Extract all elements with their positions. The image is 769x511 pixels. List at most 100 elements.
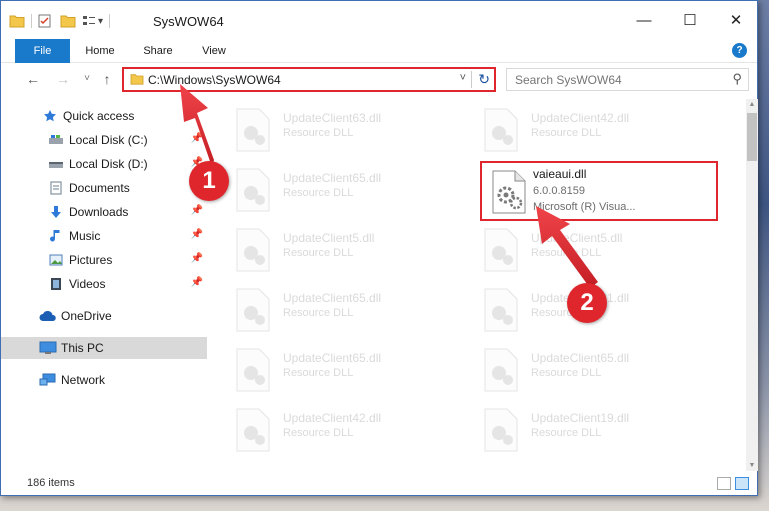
title-bar: ▾ SysWOW64 — ☐ ✕ (1, 1, 757, 39)
pin-icon[interactable]: 📌 (191, 229, 203, 240)
dll-file-icon (236, 288, 270, 332)
pin-icon[interactable]: 📌 (191, 133, 203, 144)
computer-icon (39, 340, 57, 356)
dll-file-icon (484, 228, 518, 272)
sidebar-item-onedrive[interactable]: OneDrive (1, 305, 207, 327)
folder-icon[interactable] (9, 14, 25, 28)
file-description: Resource DLL (283, 367, 354, 379)
vertical-scrollbar[interactable]: ▲ ▼ (746, 99, 758, 471)
file-item[interactable]: UpdateClient65.dll Resource DLL (211, 163, 441, 217)
maximize-button[interactable]: ☐ (667, 1, 713, 39)
search-box[interactable]: ⚲ (506, 68, 749, 91)
file-item[interactable]: UpdateClient19.dll Resource DLL (459, 403, 689, 457)
documents-icon (47, 180, 65, 196)
customize-icon[interactable] (82, 14, 96, 28)
file-name: UpdateClient42.dll (283, 411, 382, 425)
navigation-bar: ← → ˅ ↑ C:\Windows\SysWOW64 ˅ ↻ ⚲ (1, 63, 757, 95)
sidebar-item-label: This PC (61, 341, 104, 355)
sidebar-item-local-disk-c[interactable]: Local Disk (C:) 📌 (1, 129, 207, 151)
recent-locations-button[interactable]: ˅ (77, 69, 97, 89)
dll-file-icon (484, 288, 518, 332)
help-icon[interactable]: ? (732, 43, 747, 58)
file-name: UpdateClient65.dll (283, 171, 382, 185)
file-description: Resource DLL (283, 127, 354, 139)
sidebar-item-this-pc[interactable]: This PC (1, 337, 207, 359)
file-name: UpdateClient65.dll (531, 351, 630, 365)
sidebar-item-music[interactable]: Music 📌 (1, 225, 207, 247)
pin-icon[interactable]: 📌 (191, 277, 203, 288)
network-icon (39, 372, 57, 388)
folder-icon (130, 74, 144, 85)
file-item[interactable]: UpdateClient42.dll Resource DLL (459, 103, 689, 157)
chevron-down-icon[interactable]: ˅ (460, 72, 466, 84)
view-toggle (717, 477, 749, 490)
sidebar-item-label: Downloads (69, 205, 129, 219)
pictures-icon (47, 252, 65, 268)
file-item[interactable]: UpdateClient42.dll Resource DLL (211, 403, 441, 457)
tab-home[interactable]: Home (77, 39, 123, 63)
music-icon (47, 228, 65, 244)
file-description: Resource DLL (531, 127, 602, 139)
tab-view[interactable]: View (191, 39, 237, 63)
sidebar-item-label: OneDrive (61, 309, 112, 323)
search-input[interactable] (515, 72, 725, 88)
tab-share[interactable]: Share (135, 39, 181, 63)
tiles-view-icon[interactable] (735, 477, 749, 490)
dll-file-icon (484, 408, 518, 452)
file-item[interactable]: UpdateClient65.dll Resource DLL (459, 343, 689, 397)
file-description: Resource DLL (283, 427, 354, 439)
scroll-down-icon[interactable]: ▼ (746, 462, 758, 469)
sidebar-item-pictures[interactable]: Pictures 📌 (1, 249, 207, 271)
file-item[interactable]: UpdateClient5.dll Resource DLL (459, 223, 689, 277)
file-item[interactable]: UpdateClient63.dll Resource DLL (211, 103, 441, 157)
divider (471, 71, 472, 88)
ribbon-tabs: File Home Share View ? (1, 39, 757, 93)
cloud-icon (39, 308, 57, 324)
scroll-thumb[interactable] (747, 113, 757, 161)
item-count: 186 items (27, 477, 75, 489)
details-view-icon[interactable] (717, 477, 731, 490)
new-folder-icon[interactable] (60, 14, 76, 28)
file-description: Resource DLL (531, 427, 602, 439)
qa-dropdown-icon[interactable]: ▾ (98, 16, 103, 27)
download-icon (47, 204, 65, 220)
address-bar[interactable]: C:\Windows\SysWOW64 ˅ ↻ (122, 67, 496, 92)
refresh-icon[interactable]: ↻ (478, 71, 490, 88)
sidebar-item-downloads[interactable]: Downloads 📌 (1, 201, 207, 223)
drive-icon (47, 132, 65, 148)
sidebar-item-local-disk-d[interactable]: Local Disk (D:) 📌 (1, 153, 207, 175)
pin-icon[interactable]: 📌 (191, 205, 203, 216)
file-item[interactable]: UpdateClient65.dll Resource DLL (211, 343, 441, 397)
sidebar-item-network[interactable]: Network (1, 369, 207, 391)
sidebar-item-documents[interactable]: Documents 📌 (1, 177, 207, 199)
drive-icon (47, 156, 65, 172)
properties-icon[interactable] (38, 14, 52, 28)
divider (109, 14, 111, 28)
search-icon[interactable]: ⚲ (732, 71, 742, 87)
scroll-up-icon[interactable]: ▲ (746, 101, 758, 108)
dll-file-icon (236, 408, 270, 452)
pin-icon[interactable]: 📌 (191, 253, 203, 264)
dll-file-icon (236, 228, 270, 272)
dll-file-icon (236, 348, 270, 392)
sidebar-item-label: Network (61, 373, 106, 387)
sidebar-item-videos[interactable]: Videos 📌 (1, 273, 207, 295)
window-title: SysWOW64 (153, 14, 224, 29)
file-item[interactable]: UpdateClient5.dll Resource DLL (211, 223, 441, 277)
address-path[interactable]: C:\Windows\SysWOW64 (148, 73, 281, 87)
star-icon (41, 108, 59, 124)
file-name: UpdateClient42.dll (531, 111, 630, 125)
sidebar-item-quick-access[interactable]: Quick access (1, 105, 207, 127)
sidebar-item-label: Local Disk (D:) (69, 157, 148, 171)
minimize-button[interactable]: — (621, 1, 667, 39)
close-button[interactable]: ✕ (713, 1, 759, 39)
dll-file-icon (484, 108, 518, 152)
sidebar-item-label: Documents (69, 181, 130, 195)
up-button[interactable]: ↑ (97, 69, 117, 89)
sidebar-item-label: Quick access (63, 109, 135, 123)
back-button[interactable]: ← (23, 69, 43, 89)
forward-button[interactable]: → (53, 69, 73, 89)
dll-file-icon (236, 108, 270, 152)
file-item[interactable]: UpdateClient65.dll Resource DLL (211, 283, 441, 337)
file-name: UpdateClient5.dll (531, 231, 623, 245)
